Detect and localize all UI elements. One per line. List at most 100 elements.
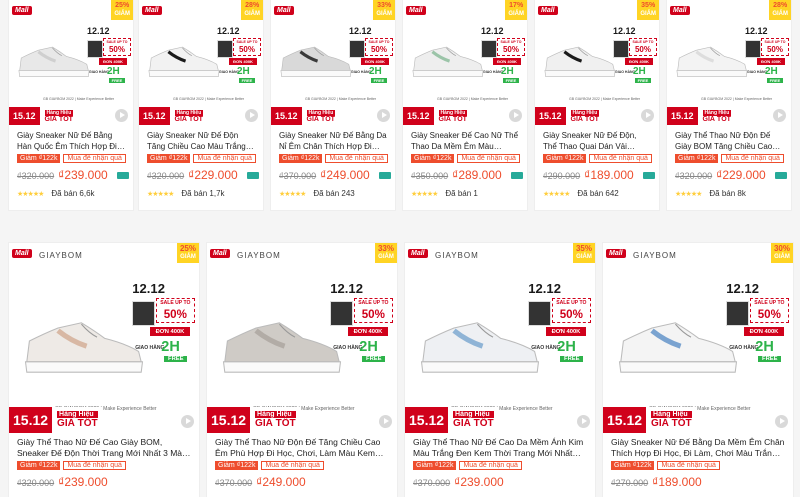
product-title[interactable]: Giày Sneaker Nữ Đế Độn, Thể Thao Quai Dá… [543, 131, 651, 152]
original-price: ₫370.000 [413, 478, 451, 488]
banner-gia-tot: GIÁ TỐT [438, 115, 467, 123]
product-badges: Giảm ₫122k Mua để nhận quà [147, 154, 256, 163]
product-image[interactable]: Mall 17% GIẢM 12.12 SALE UP TO 50% ĐƠN 400K GIA… [403, 0, 527, 127]
mall-badge: Mall [606, 249, 626, 258]
coupon-badge: Giảm ₫122k [215, 461, 259, 470]
gift-badge: Mua để nhận quà [325, 154, 388, 163]
sale-percent: 50% [634, 45, 651, 54]
product-image[interactable]: Mall 28% GIẢM 12.12 SALE UP TO 50% ĐƠN 400K GIA… [667, 0, 791, 127]
banner-gia-tot: GIÁ TỐT [174, 115, 203, 123]
sale-percent: 50% [163, 307, 187, 321]
video-play-icon[interactable] [181, 415, 194, 428]
brand-logo: GIAYBOM [237, 251, 281, 260]
banner-date: 15.12 [403, 107, 434, 125]
original-price: ₫320.000 [147, 171, 185, 181]
product-title[interactable]: Giày Thể Thao Nữ Đế Cao Da Mềm Ánh Kim M… [413, 437, 587, 459]
product-title[interactable]: Giày Thể Thao Nữ Độn Đế Tăng Chiều Cao Ê… [215, 437, 389, 459]
banner-gia-tot: GIÁ TỐT [255, 418, 296, 429]
product-title[interactable]: Giày Sneaker Nữ Đế Bằng Da Mềm Êm Chân T… [611, 437, 785, 459]
discount-label: GIẢM [378, 254, 394, 260]
sale-price: ₫189.000 [584, 168, 634, 182]
product-title[interactable]: Giày Sneaker Nữ Đế Bằng Hàn Quốc Êm Thíc… [17, 131, 125, 152]
product-card[interactable]: Mall 28% GIẢM 12.12 SALE UP TO 50% ĐƠN 400K GIA… [139, 0, 263, 210]
banner-tag: Hàng Hiệu GIÁ TỐT [433, 107, 473, 125]
price-row: ₫370.000 ₫249.000 [215, 475, 306, 489]
product-badges: Giảm ₫122k Mua để nhận quà [17, 154, 126, 163]
video-play-icon[interactable] [577, 415, 590, 428]
discount-badge: 33% GIẢM [373, 0, 395, 20]
product-title[interactable]: Giày Sneaker Đế Cao Nữ Thể Thao Da Mềm Ê… [411, 131, 519, 152]
promo-banner: 15.12 Hàng Hiệu GIÁ TỐT [139, 107, 209, 125]
gift-badge: Mua để nhận quà [63, 154, 126, 163]
delivery-2h: 2H [501, 66, 514, 77]
banner-tag: Hàng Hiệu GIÁ TỐT [448, 407, 499, 433]
sold-count: Đã bán 1 [445, 189, 478, 198]
product-image[interactable]: Mall GIAYBOM 33% GIẢM 12.12 SALE UP TO 50% ĐƠN … [207, 243, 397, 433]
image-caption: GB GIAYBOM 2022 | Make Experience Better [437, 97, 509, 101]
sale-percent: 50% [108, 45, 125, 54]
shipping-truck-icon [117, 172, 129, 179]
discount-percent: 25% [179, 244, 196, 253]
sale-stamp: SALE UP TO 50% [155, 298, 196, 324]
image-caption: GB GIAYBOM 2022 | Make Experience Better [173, 97, 245, 101]
order-badge: ĐƠN 400K [625, 58, 653, 65]
product-title[interactable]: Giày Thể Thao Nữ Độn Đế Giày BOM Tăng Ch… [675, 131, 783, 152]
video-play-icon[interactable] [775, 415, 788, 428]
video-play-icon[interactable] [115, 109, 128, 122]
product-image[interactable]: Mall 33% GIẢM 12.12 SALE UP TO 50% ĐƠN 400K GIA… [271, 0, 395, 127]
discount-percent: 28% [773, 2, 788, 9]
product-title[interactable]: Giày Sneaker Nữ Đế Bằng Da Nỉ Êm Chân Th… [279, 131, 387, 152]
discount-badge: 28% GIẢM [769, 0, 791, 20]
shipping-truck-icon [643, 172, 655, 179]
video-play-icon[interactable] [509, 109, 522, 122]
product-badges: Giảm ₫122k Mua để nhận quà [611, 461, 720, 470]
shoe-image [222, 322, 342, 373]
product-card[interactable]: Mall GIAYBOM 25% GIẢM 12.12 SALE UP TO 50% ĐƠN … [9, 243, 199, 497]
product-card[interactable]: Mall 28% GIẢM 12.12 SALE UP TO 50% ĐƠN 400K GIA… [667, 0, 791, 210]
product-image[interactable]: Mall 35% GIẢM 12.12 SALE UP TO 50% ĐƠN 400K GIA… [535, 0, 659, 127]
product-card[interactable]: Mall 17% GIẢM 12.12 SALE UP TO 50% ĐƠN 400K GIA… [403, 0, 527, 210]
product-image[interactable]: Mall 28% GIẢM 12.12 SALE UP TO 50% ĐƠN 400K GIA… [139, 0, 263, 127]
video-play-icon[interactable] [641, 109, 654, 122]
product-card[interactable]: Mall 33% GIẢM 12.12 SALE UP TO 50% ĐƠN 400K GIA… [271, 0, 395, 210]
sale-stamp: SALE UP TO 50% [103, 38, 131, 56]
promo-banner: 15.12 Hàng Hiệu GIÁ TỐT [667, 107, 737, 125]
product-badges: Giảm ₫122k Mua để nhận quà [215, 461, 324, 470]
coupon-badge: Giảm ₫122k [17, 461, 61, 470]
video-play-icon[interactable] [773, 109, 786, 122]
sale-percent: 50% [502, 45, 519, 54]
product-card[interactable]: Mall 35% GIẢM 12.12 SALE UP TO 50% ĐƠN 400K GIA… [535, 0, 659, 210]
image-caption: GB GIAYBOM 2022 | Make Experience Better [43, 97, 115, 101]
sale-stamp: SALE UP TO 50% [629, 38, 657, 56]
product-image[interactable]: Mall GIAYBOM 30% GIẢM 12.12 SALE UP TO 50% ĐƠN … [603, 243, 793, 433]
gift-badge: Mua để nhận quà [459, 461, 522, 470]
banner-date: 15.12 [139, 107, 170, 125]
product-image[interactable]: Mall 25% GIẢM 12.12 SALE UP TO 50% ĐƠN 400K GIA… [9, 0, 133, 127]
product-card[interactable]: Mall GIAYBOM 30% GIẢM 12.12 SALE UP TO 50% ĐƠN … [603, 243, 793, 497]
video-play-icon[interactable] [379, 415, 392, 428]
order-badge: ĐƠN 400K [347, 327, 389, 336]
video-play-icon[interactable] [377, 109, 390, 122]
mall-badge: Mall [142, 6, 162, 15]
product-card[interactable]: Mall 25% GIẢM 12.12 SALE UP TO 50% ĐƠN 400K GIA… [9, 0, 133, 210]
discount-badge: 35% GIẢM [637, 0, 659, 20]
promo-banner: 15.12 Hàng Hiệu GIÁ TỐT [9, 107, 79, 125]
video-play-icon[interactable] [245, 109, 258, 122]
discount-percent: 30% [773, 244, 790, 253]
discount-percent: 28% [245, 2, 260, 9]
product-image[interactable]: Mall GIAYBOM 25% GIẢM 12.12 SALE UP TO 50% ĐƠN … [9, 243, 199, 433]
sale-price: ₫239.000 [58, 168, 108, 182]
sale-label: SALE UP TO [358, 300, 389, 307]
discount-badge: 30% GIẢM [770, 243, 793, 263]
sale-price: ₫289.000 [452, 168, 502, 182]
sale-price: ₫229.000 [188, 168, 238, 182]
product-title[interactable]: Giày Sneaker Nữ Đế Độn Tăng Chiều Cao Mà… [147, 131, 255, 152]
sale-price: ₫189.000 [652, 475, 702, 489]
banner-hang-hieu: Hàng Hiệu [255, 411, 296, 418]
discount-label: GIẢM [774, 254, 790, 260]
product-card[interactable]: Mall GIAYBOM 35% GIẢM 12.12 SALE UP TO 50% ĐƠN … [405, 243, 595, 497]
rating-row: ★★★★★ Đã bán 243 [279, 189, 355, 198]
product-image[interactable]: Mall GIAYBOM 35% GIẢM 12.12 SALE UP TO 50% ĐƠN … [405, 243, 595, 433]
product-card[interactable]: Mall GIAYBOM 33% GIẢM 12.12 SALE UP TO 50% ĐƠN … [207, 243, 397, 497]
product-title[interactable]: Giày Thể Thao Nữ Đế Cao Giày BOM, Sneake… [17, 437, 191, 459]
